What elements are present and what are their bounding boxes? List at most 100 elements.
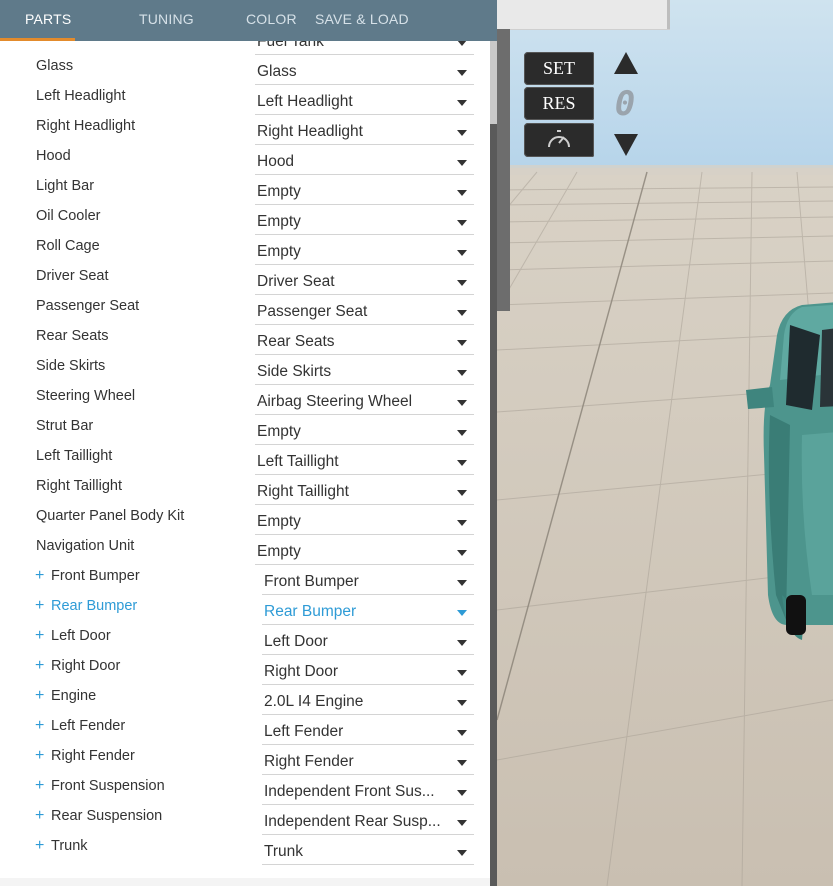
part-label[interactable]: Left Fender (51, 718, 125, 734)
part-label: Glass (36, 58, 74, 74)
part-dropdown[interactable]: Left Taillight (255, 449, 474, 475)
part-label[interactable]: Engine (51, 688, 96, 704)
expand-plus-icon[interactable]: + (35, 807, 44, 825)
part-dropdown[interactable]: Rear Bumper (262, 599, 474, 625)
dropdown-caret-icon (457, 730, 467, 736)
part-label: Side Skirts (36, 358, 106, 374)
part-dropdown[interactable]: Glass (255, 59, 474, 85)
scrollbar-lower[interactable] (490, 124, 497, 886)
part-dropdown[interactable]: Front Bumper (262, 569, 474, 595)
part-row: Light Bar Empty (0, 177, 497, 207)
dropdown-caret-icon (457, 400, 467, 406)
part-row: + Left Fender Left Fender (0, 717, 497, 747)
part-row: Hood Hood (0, 147, 497, 177)
part-dropdown-value: Right Door (264, 663, 339, 680)
part-label[interactable]: Rear Suspension (51, 808, 162, 824)
part-dropdown[interactable]: Independent Rear Susp... (262, 809, 474, 835)
part-dropdown[interactable]: Empty (255, 509, 474, 535)
part-row: + Left Door Left Door (0, 627, 497, 657)
cruise-gauge-button[interactable] (524, 123, 594, 157)
dropdown-caret-icon (457, 640, 467, 646)
expand-plus-icon[interactable]: + (35, 687, 44, 705)
part-dropdown[interactable]: Left Headlight (255, 89, 474, 115)
part-row: + Front Suspension Independent Front Sus..… (0, 777, 497, 807)
part-label: Right Headlight (36, 118, 136, 134)
cruise-set-button[interactable]: SET (524, 52, 594, 85)
part-dropdown[interactable]: Empty (255, 209, 474, 235)
part-row: + Right Fender Right Fender (0, 747, 497, 777)
part-label[interactable]: Trunk (51, 838, 88, 854)
part-label[interactable]: Right Fender (51, 748, 135, 764)
tab-tuning[interactable]: TUNING (139, 0, 199, 38)
part-row: Right Taillight Right Taillight (0, 477, 497, 507)
part-dropdown[interactable]: Empty (255, 539, 474, 565)
dropdown-caret-icon (457, 340, 467, 346)
part-dropdown[interactable]: Trunk (262, 839, 474, 865)
part-dropdown[interactable]: Right Headlight (255, 119, 474, 145)
parts-panel: Fuel TankFuel TankGlassGlassLeft Headlig… (0, 0, 497, 886)
part-row: + Front Bumper Front Bumper (0, 567, 497, 597)
part-dropdown[interactable]: Right Taillight (255, 479, 474, 505)
part-dropdown[interactable]: Airbag Steering Wheel (255, 389, 474, 415)
triangle-down-icon[interactable] (613, 132, 639, 158)
expand-plus-icon[interactable]: + (35, 777, 44, 795)
tab-parts[interactable]: PARTS (25, 0, 85, 38)
panel-bottom-edge (0, 878, 490, 886)
part-dropdown[interactable]: Driver Seat (255, 269, 474, 295)
part-dropdown[interactable]: Independent Front Sus... (262, 779, 474, 805)
part-dropdown[interactable]: Empty (255, 419, 474, 445)
tab-save-load[interactable]: SAVE & LOAD (315, 0, 415, 38)
expand-plus-icon[interactable]: + (35, 837, 44, 855)
part-label[interactable]: Left Door (51, 628, 111, 644)
active-tab-indicator (0, 38, 75, 41)
part-dropdown[interactable]: Hood (255, 149, 474, 175)
part-dropdown[interactable]: Empty (255, 179, 474, 205)
expand-plus-icon[interactable]: + (35, 657, 44, 675)
dropdown-caret-icon (457, 220, 467, 226)
cruise-res-button[interactable]: RES (524, 87, 594, 120)
expand-plus-icon[interactable]: + (35, 597, 44, 615)
part-label[interactable]: Right Door (51, 658, 120, 674)
tab-color[interactable]: COLOR (246, 0, 306, 38)
part-row: Side Skirts Side Skirts (0, 357, 497, 387)
part-dropdown[interactable]: 2.0L I4 Engine (262, 689, 474, 715)
scrollbar-thumb[interactable] (490, 41, 497, 124)
triangle-up-icon[interactable] (613, 50, 639, 76)
part-row: Driver Seat Driver Seat (0, 267, 497, 297)
part-row: + Right Door Right Door (0, 657, 497, 687)
part-label[interactable]: Rear Bumper (51, 598, 137, 614)
dropdown-caret-icon (457, 790, 467, 796)
part-dropdown[interactable]: Rear Seats (255, 329, 474, 355)
expand-plus-icon[interactable]: + (35, 567, 44, 585)
vehicle-model[interactable] (742, 295, 833, 675)
part-dropdown[interactable]: Left Door (262, 629, 474, 655)
dropdown-caret-icon (457, 550, 467, 556)
part-dropdown-value: Left Fender (264, 723, 344, 740)
part-label: Oil Cooler (36, 208, 101, 224)
part-label: Roll Cage (36, 238, 100, 254)
part-row: Left Headlight Left Headlight (0, 87, 497, 117)
part-label[interactable]: Front Suspension (51, 778, 165, 794)
part-dropdown[interactable]: Right Fender (262, 749, 474, 775)
part-dropdown-value: Trunk (264, 843, 304, 860)
part-dropdown[interactable]: Right Door (262, 659, 474, 685)
part-dropdown-value: Empty (257, 513, 301, 530)
dropdown-caret-icon (457, 520, 467, 526)
part-dropdown[interactable]: Side Skirts (255, 359, 474, 385)
dropdown-caret-icon (457, 430, 467, 436)
part-dropdown[interactable]: Empty (255, 239, 474, 265)
speedometer-icon (548, 130, 570, 148)
expand-plus-icon[interactable]: + (35, 627, 44, 645)
part-label: Navigation Unit (36, 538, 135, 554)
dropdown-caret-icon (457, 610, 467, 616)
tab-bar: PARTS TUNING COLOR SAVE & LOAD (0, 0, 497, 41)
part-dropdown-value: Rear Bumper (264, 603, 357, 620)
part-label[interactable]: Front Bumper (51, 568, 140, 584)
part-label: Strut Bar (36, 418, 94, 434)
expand-plus-icon[interactable]: + (35, 747, 44, 765)
part-dropdown[interactable]: Passenger Seat (255, 299, 474, 325)
part-dropdown[interactable]: Left Fender (262, 719, 474, 745)
dropdown-caret-icon (457, 280, 467, 286)
part-label: Left Headlight (36, 88, 126, 104)
expand-plus-icon[interactable]: + (35, 717, 44, 735)
